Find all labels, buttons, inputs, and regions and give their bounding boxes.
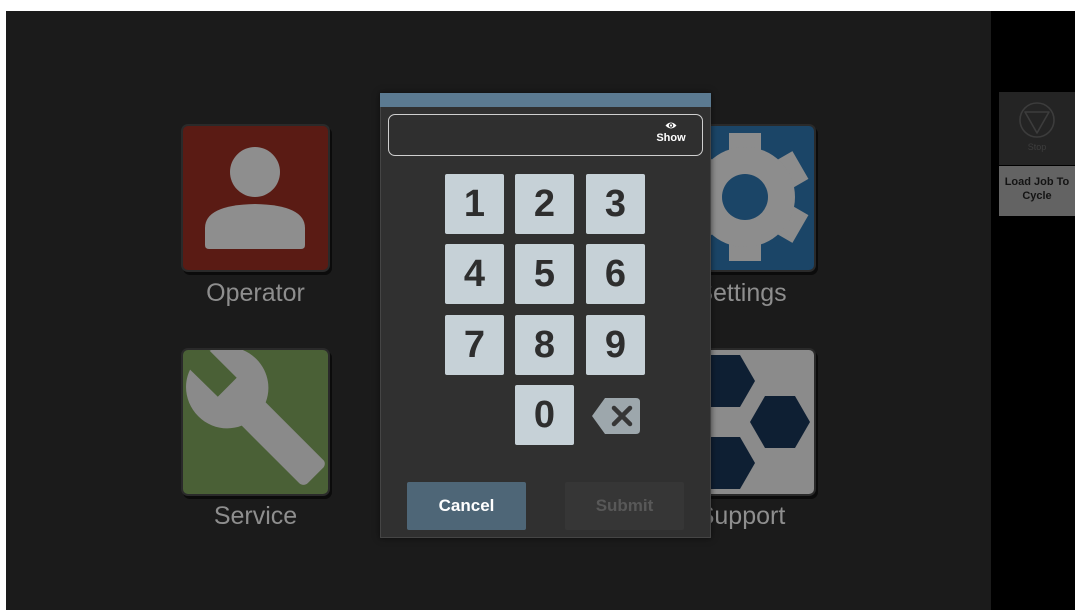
wrench-icon bbox=[186, 350, 325, 485]
pin-input-field[interactable]: Show bbox=[388, 114, 703, 156]
key-2[interactable]: 2 bbox=[515, 174, 574, 234]
dialog-header-bar bbox=[380, 93, 711, 107]
key-7[interactable]: 7 bbox=[445, 315, 504, 375]
pin-input[interactable] bbox=[399, 123, 643, 149]
submit-button[interactable]: Submit bbox=[565, 482, 684, 530]
tile-service-label: Service bbox=[213, 502, 298, 530]
key-4[interactable]: 4 bbox=[445, 244, 504, 304]
tile-operator-label: Operator bbox=[206, 279, 305, 307]
backspace-icon bbox=[592, 398, 640, 434]
key-5[interactable]: 5 bbox=[515, 244, 574, 304]
pin-entry-dialog: Show 1 2 3 4 5 6 7 8 9 0 Cancel Submit bbox=[380, 93, 711, 538]
stop-button[interactable]: Stop bbox=[999, 92, 1075, 165]
key-3[interactable]: 3 bbox=[586, 174, 645, 234]
backspace-button[interactable] bbox=[592, 398, 640, 434]
key-1[interactable]: 1 bbox=[445, 174, 504, 234]
eye-icon bbox=[665, 122, 677, 129]
person-icon bbox=[205, 147, 305, 249]
stop-icon bbox=[1019, 102, 1055, 138]
load-job-to-cycle-button[interactable]: Load Job To Cycle bbox=[999, 166, 1075, 216]
tile-operator[interactable] bbox=[181, 124, 330, 272]
stop-label: Stop bbox=[1027, 142, 1047, 152]
show-label: Show bbox=[656, 132, 686, 144]
key-8[interactable]: 8 bbox=[515, 315, 574, 375]
cancel-button[interactable]: Cancel bbox=[407, 482, 526, 530]
key-9[interactable]: 9 bbox=[586, 315, 645, 375]
tile-service[interactable] bbox=[181, 348, 330, 496]
show-pin-toggle[interactable]: Show bbox=[655, 121, 687, 149]
key-6[interactable]: 6 bbox=[586, 244, 645, 304]
key-0[interactable]: 0 bbox=[515, 385, 574, 445]
